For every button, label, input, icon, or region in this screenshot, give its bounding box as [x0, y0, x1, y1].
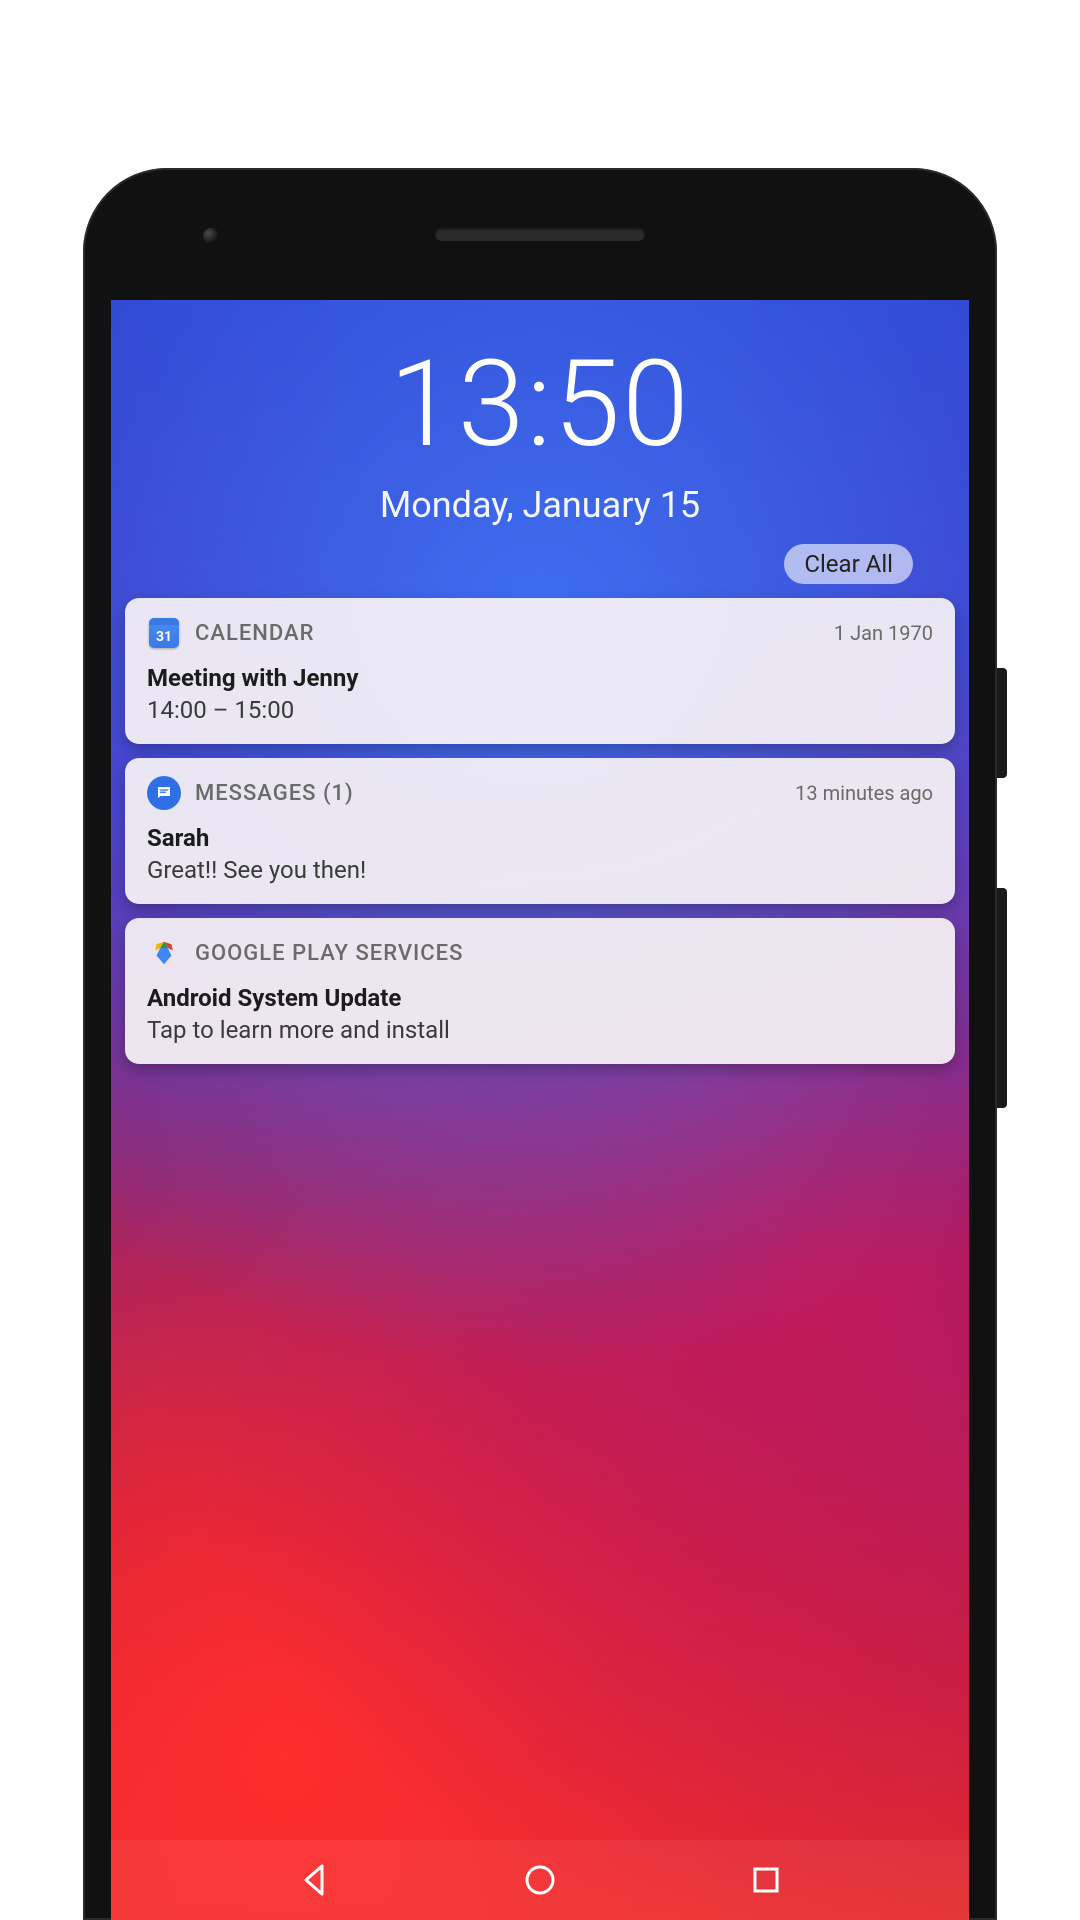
google-play-icon: [147, 936, 181, 970]
clear-all-row: Clear All: [111, 526, 969, 592]
notification-card[interactable]: GOOGLE PLAY SERVICES Android System Upda…: [125, 918, 955, 1064]
notification-title: Android System Update: [147, 984, 933, 1012]
nav-recent-button[interactable]: [744, 1858, 788, 1902]
phone-screen[interactable]: 13:50 Monday, January 15 Clear All 31 CA…: [111, 300, 969, 1920]
lockscreen-clock: 13:50 Monday, January 15: [111, 300, 969, 526]
nav-back-button[interactable]: [292, 1858, 336, 1902]
notification-header: MESSAGES (1) 13 minutes ago: [147, 776, 933, 810]
phone-frame: 13:50 Monday, January 15 Clear All 31 CA…: [83, 168, 997, 1920]
navigation-bar: [111, 1840, 969, 1920]
stage: 13:50 Monday, January 15 Clear All 31 CA…: [0, 0, 1080, 1920]
front-camera: [203, 228, 219, 244]
notification-body: 14:00 – 15:00: [147, 696, 933, 724]
notification-app-name: CALENDAR: [195, 621, 820, 646]
clock-date: Monday, January 15: [111, 484, 969, 526]
notification-header: 31 CALENDAR 1 Jan 1970: [147, 616, 933, 650]
messages-icon: [147, 776, 181, 810]
speaker-grille: [435, 227, 645, 241]
notification-title: Meeting with Jenny: [147, 664, 933, 692]
notification-list: 31 CALENDAR 1 Jan 1970 Meeting with Jenn…: [111, 592, 969, 1064]
notification-card[interactable]: MESSAGES (1) 13 minutes ago Sarah Great!…: [125, 758, 955, 904]
notification-card[interactable]: 31 CALENDAR 1 Jan 1970 Meeting with Jenn…: [125, 598, 955, 744]
volume-button[interactable]: [997, 888, 1007, 1108]
nav-home-button[interactable]: [518, 1858, 562, 1902]
clock-time: 13:50: [111, 342, 969, 468]
notification-header: GOOGLE PLAY SERVICES: [147, 936, 933, 970]
notification-app-name: GOOGLE PLAY SERVICES: [195, 941, 919, 966]
notification-body: Tap to learn more and install: [147, 1016, 933, 1044]
notification-body: Great!! See you then!: [147, 856, 933, 884]
notification-timestamp: 13 minutes ago: [795, 781, 933, 805]
notification-app-name: MESSAGES (1): [195, 781, 781, 806]
clear-all-button[interactable]: Clear All: [784, 544, 913, 584]
phone-bezel-top: [83, 168, 997, 300]
notification-timestamp: 1 Jan 1970: [834, 621, 933, 645]
calendar-icon: 31: [147, 616, 181, 650]
notification-title: Sarah: [147, 824, 933, 852]
power-button[interactable]: [997, 668, 1007, 778]
calendar-icon-day: 31: [149, 626, 179, 648]
